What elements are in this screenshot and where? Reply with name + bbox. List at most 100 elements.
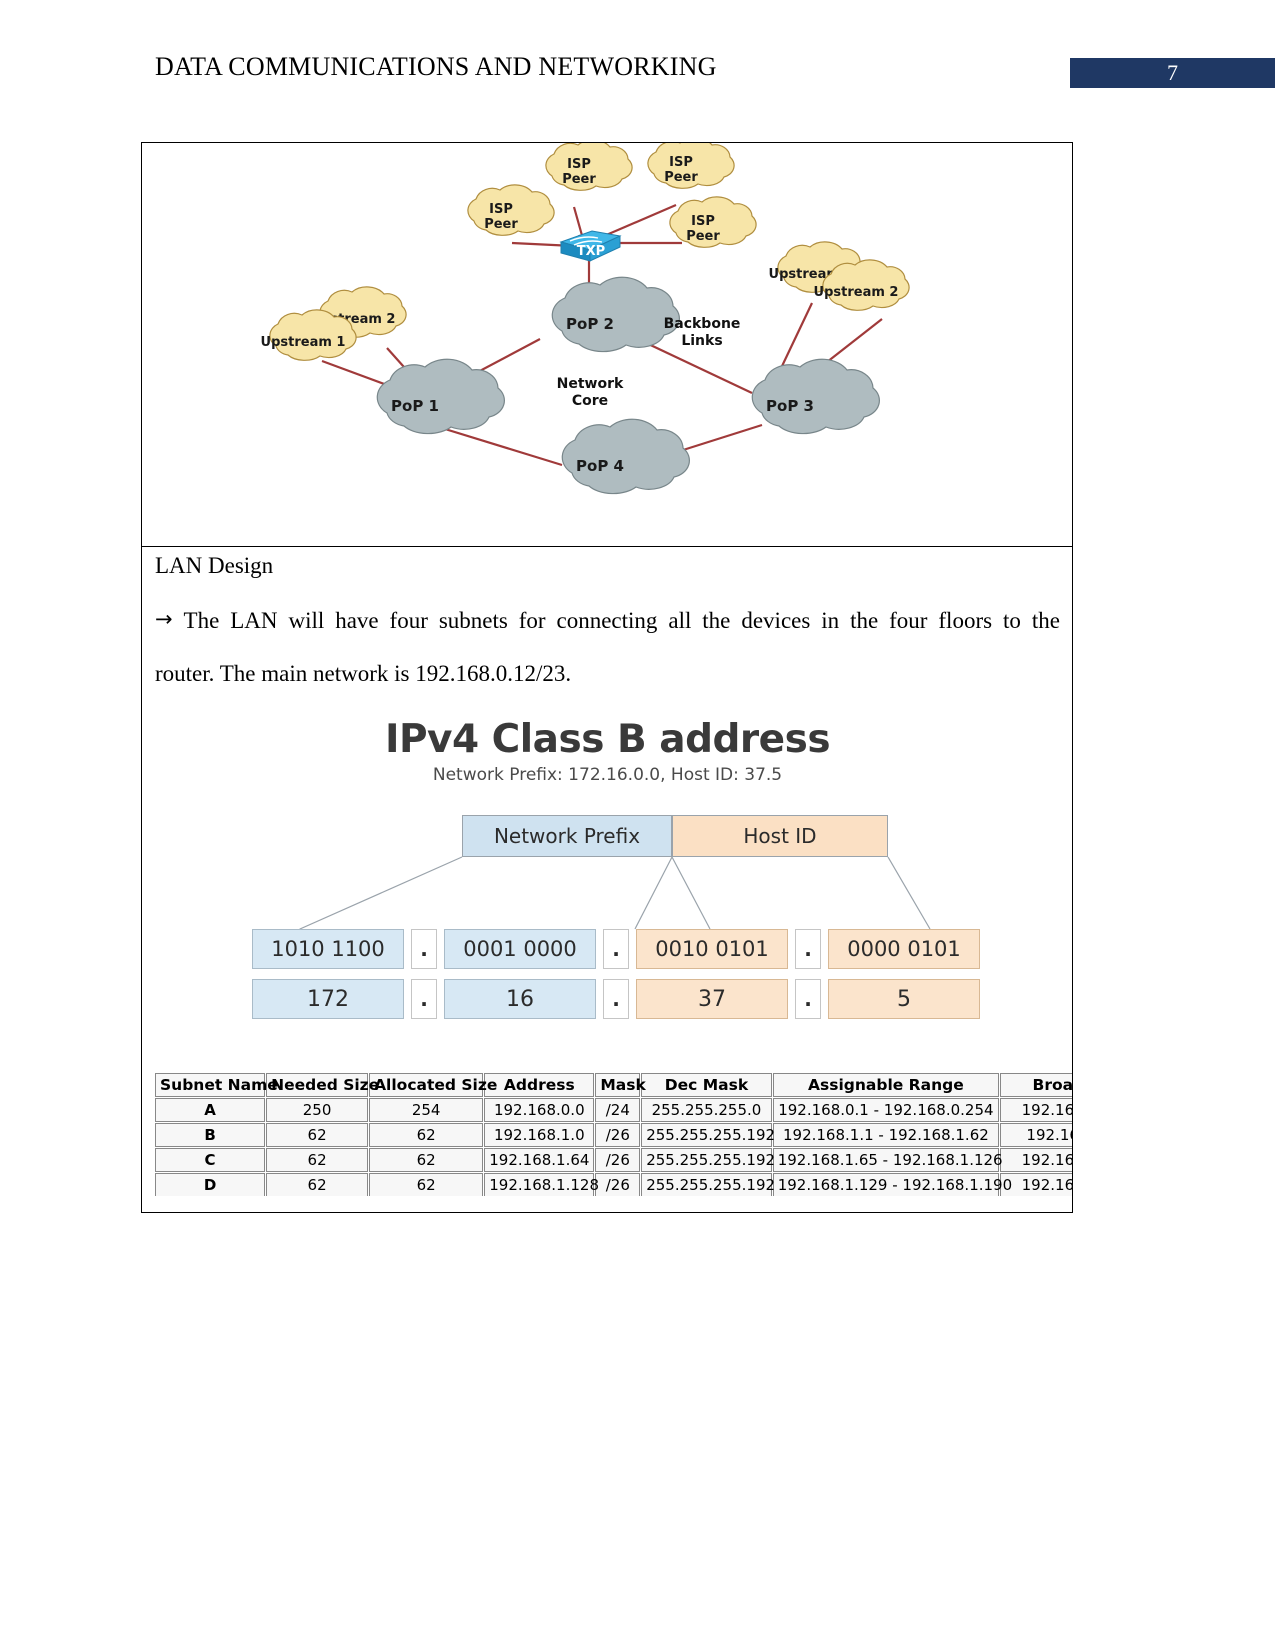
lan-word: will [288, 608, 325, 633]
lan-design-paragraph-line1: → The LAN will have four subnets for con… [155, 607, 1060, 635]
cell-dec-mask: 255.255.255.192 [641, 1148, 775, 1172]
cell-mask: /26 [595, 1173, 641, 1196]
pop-cloud-4: PoP 4 [561, 418, 690, 495]
lan-word: in [821, 608, 840, 633]
cell-mask: /24 [595, 1098, 641, 1122]
subnet-table: Subnet Name Needed Size Allocated Size A… [154, 1072, 1072, 1196]
svg-text:Peer: Peer [686, 229, 720, 244]
binary-octet-3: 0010 0101 [636, 929, 788, 969]
cell-assignable-range: 192.168.1.129 - 192.168.1.190 [772, 1173, 1012, 1196]
cell-allocated-size: 62 [369, 1148, 484, 1172]
svg-text:Peer: Peer [664, 170, 698, 185]
table-row: C 62 62 192.168.1.64 /26 255.255.255.192… [155, 1148, 1072, 1172]
cell-dec-mask: 255.255.255.192 [641, 1123, 775, 1147]
arrow-bullet-icon: → [155, 607, 173, 631]
col-dec-mask: Dec Mask [641, 1073, 772, 1097]
svg-text:Upstream 2: Upstream 2 [814, 285, 899, 300]
table-header-row: Subnet Name Needed Size Allocated Size A… [155, 1073, 1072, 1097]
svg-text:ISP: ISP [567, 157, 591, 172]
svg-text:ISP: ISP [669, 155, 693, 170]
cell-assignable-range: 192.168.1.65 - 192.168.1.126 [772, 1148, 1003, 1172]
subnet-table-container: Subnet Name Needed Size Allocated Size A… [154, 1072, 1072, 1196]
isp-peer-cloud-1: ISP Peer [545, 143, 633, 191]
cell-needed-size: 62 [266, 1148, 369, 1172]
cell-subnet-name: D [155, 1173, 266, 1196]
cell-address: 192.168.1.0 [484, 1123, 595, 1147]
segment-network-prefix: Network Prefix [462, 815, 672, 857]
cell-address: 192.168.0.0 [484, 1098, 595, 1122]
txp-switch-icon: TXP [559, 230, 622, 262]
cell-allocated-size: 254 [369, 1098, 484, 1122]
svg-text:PoP 3: PoP 3 [766, 397, 814, 415]
lan-word: the [702, 608, 731, 633]
cell-mask: /26 [595, 1123, 641, 1147]
binary-octet-1: 1010 1100 [252, 929, 404, 969]
table-row: D 62 62 192.168.1.128 /26 255.255.255.19… [155, 1173, 1072, 1196]
binary-octet-4: 0000 0101 [828, 929, 980, 969]
network-core-label: Network Core [557, 376, 624, 409]
svg-text:PoP 2: PoP 2 [566, 315, 614, 333]
cell-subnet-name: A [155, 1098, 266, 1122]
lan-word: floors [938, 608, 993, 633]
decimal-octet-1: 172 [252, 979, 404, 1019]
col-allocated-size: Allocated Size [369, 1073, 497, 1097]
lan-word: subnets [438, 608, 508, 633]
svg-text:Links: Links [681, 333, 722, 349]
lan-word: have [335, 608, 379, 633]
lan-word: four [889, 608, 928, 633]
table-row: A 250 254 192.168.0.0 /24 255.255.255.0 … [155, 1098, 1072, 1122]
table-row: B 62 62 192.168.1.0 /26 255.255.255.192 … [155, 1123, 1072, 1147]
cell-allocated-size: 62 [369, 1123, 484, 1147]
col-assignable-range: Assignable Range [772, 1073, 1000, 1097]
decimal-octet-4: 5 [828, 979, 980, 1019]
cell-address: 192.168.1.64 [484, 1148, 595, 1172]
decimal-separator-3: . [795, 979, 821, 1019]
page-title: DATA COMMUNICATIONS AND NETWORKING [155, 52, 717, 81]
cell-broadcast: 192.168.0.255 [1000, 1098, 1072, 1122]
decimal-separator-2: . [603, 979, 629, 1019]
pop-cloud-1: PoP 1 [376, 358, 505, 435]
octet-separator-3: . [795, 929, 821, 969]
svg-text:ISP: ISP [489, 202, 513, 217]
col-subnet-name: Subnet Name [155, 1073, 278, 1097]
cell-broadcast: 192.168.1.127 [1000, 1148, 1072, 1172]
lan-design-section: LAN Design → The LAN will have four subn… [142, 547, 1072, 1212]
isp-peer-cloud-4: ISP Peer [669, 196, 757, 248]
octet-separator-1: . [411, 929, 437, 969]
cell-assignable-range: 192.168.0.1 - 192.168.0.254 [772, 1098, 1000, 1122]
lan-word: to [1003, 608, 1021, 633]
cell-needed-size: 250 [266, 1098, 369, 1122]
cell-needed-size: 62 [266, 1123, 369, 1147]
pop-cloud-3: PoP 3 [751, 358, 880, 435]
svg-text:PoP 4: PoP 4 [576, 457, 624, 475]
cell-assignable-range: 192.168.1.1 - 192.168.1.62 [772, 1123, 1000, 1147]
network-topology-figure: ISP Peer ISP Peer ISP Peer ISP Peer TXP … [142, 143, 1072, 547]
cell-mask: /26 [595, 1148, 641, 1172]
decimal-octet-3: 37 [636, 979, 788, 1019]
col-mask: Mask [595, 1073, 646, 1097]
lan-word: four [389, 608, 428, 633]
svg-text:ISP: ISP [691, 214, 715, 229]
lan-design-paragraph-line2: router. The main network is 192.168.0.12… [155, 661, 572, 686]
upstream-cloud-left-1: Upstream 1 [261, 309, 357, 361]
isp-peer-cloud-2: ISP Peer [647, 143, 735, 189]
page-number-badge: 7 [1070, 58, 1275, 88]
lan-word: all [668, 608, 692, 633]
lan-word: LAN [230, 608, 278, 633]
col-broadcast: Broadcast [1000, 1073, 1072, 1097]
decimal-octet-2: 16 [444, 979, 596, 1019]
lan-word: the [850, 608, 879, 633]
cell-needed-size: 62 [266, 1173, 369, 1196]
svg-text:Peer: Peer [484, 217, 518, 232]
segment-host-id: Host ID [672, 815, 888, 857]
pop-cloud-2: PoP 2 [551, 276, 680, 353]
cell-subnet-name: C [155, 1148, 266, 1172]
page-header: DATA COMMUNICATIONS AND NETWORKING 7 [0, 0, 1275, 120]
col-address: Address [484, 1073, 595, 1097]
octet-separator-2: . [603, 929, 629, 969]
lan-word: connecting [556, 608, 658, 633]
svg-text:Core: Core [572, 393, 608, 409]
svg-text:TXP: TXP [577, 244, 605, 259]
svg-text:PoP 1: PoP 1 [391, 397, 439, 415]
svg-text:Backbone: Backbone [664, 316, 741, 332]
